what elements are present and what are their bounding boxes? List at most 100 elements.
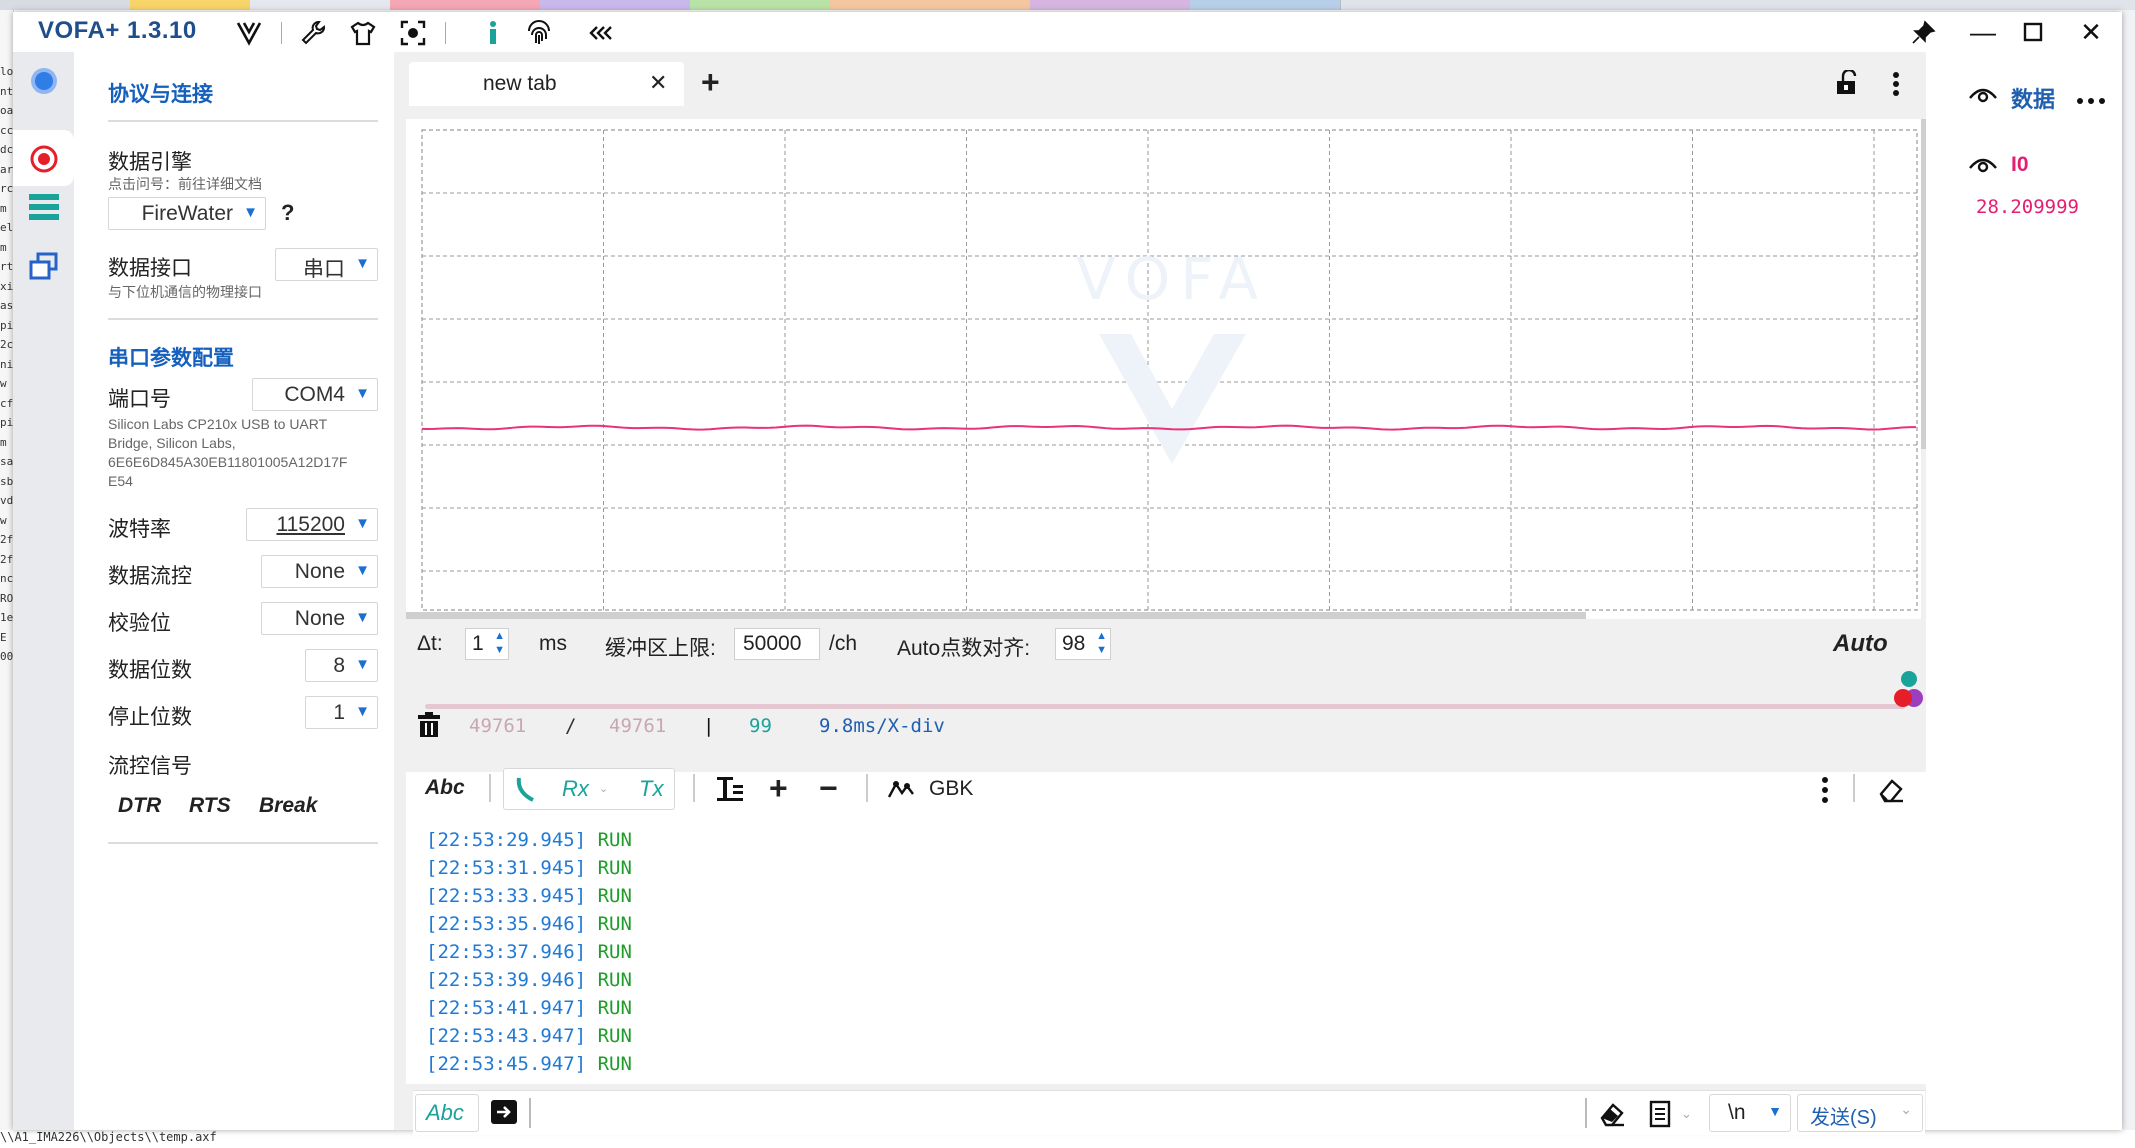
background-code-fragment: 2f [0, 552, 14, 566]
send-text-input[interactable] [529, 1094, 1583, 1130]
collapse-left-icon[interactable] [585, 19, 613, 47]
newline-select[interactable]: \n ▼ [1709, 1094, 1791, 1132]
engine-select[interactable]: FireWater ▼ [108, 197, 266, 230]
background-right-strip [2122, 10, 2135, 1148]
parity-select[interactable]: None ▼ [261, 602, 378, 635]
spin-arrows-icon[interactable]: ▲ ▼ [1096, 629, 1107, 657]
encoding-select[interactable]: GBK [929, 777, 973, 801]
waveform-icon[interactable] [887, 778, 915, 800]
chevron-down-icon: ▼ [355, 609, 370, 626]
connection-status-icon[interactable] [30, 67, 58, 95]
tab-new-tab[interactable]: new tab ✕ [409, 62, 684, 106]
close-button[interactable]: ✕ [2071, 16, 2111, 48]
port-select[interactable]: COM4 ▼ [252, 378, 378, 411]
fingerprint-icon[interactable] [525, 19, 553, 47]
dt-spinner[interactable]: 1 ▲ ▼ [465, 628, 509, 660]
break-button[interactable]: Break [259, 794, 317, 818]
dtr-button[interactable]: DTR [118, 794, 161, 818]
auto-align-spinner[interactable]: 98 ▲ ▼ [1055, 628, 1111, 660]
abc-mode-button[interactable]: Abc [425, 776, 465, 800]
x-division: 9.8ms/X-div [819, 715, 945, 737]
data-panel-more-icon[interactable] [2076, 92, 2106, 104]
data-bits-select[interactable]: 8 ▼ [305, 649, 378, 682]
background-code-fragment: ar [0, 162, 14, 176]
port-description-line1: Silicon Labs CP210x USB to UART [108, 416, 328, 432]
background-code-fragment: vd [0, 494, 14, 507]
background-code-fragment: RO [0, 591, 14, 605]
chevron-down-icon: ▼ [355, 562, 370, 579]
zoom-out-button[interactable]: − [819, 770, 838, 807]
log-message: RUN [586, 969, 632, 991]
channel-value: 28.209999 [1976, 196, 2079, 218]
dt-value: 1 [472, 632, 484, 655]
chevron-down-icon: ▼ [355, 255, 370, 272]
background-code-fragment: as [0, 299, 14, 312]
log-line: [22:53:29.945] RUN [426, 829, 632, 851]
chevron-down-icon[interactable]: ⌄ [599, 782, 608, 795]
chevron-down-icon: ▼ [355, 656, 370, 673]
flow-control-select[interactable]: None ▼ [261, 555, 378, 588]
vofa-logo-icon[interactable] [235, 19, 263, 47]
chevron-down-icon[interactable]: ⌄ [1681, 1106, 1692, 1122]
maximize-button[interactable] [2013, 16, 2053, 48]
rx-filter-button[interactable]: Rx [562, 776, 589, 802]
document-list-icon[interactable] [1649, 1100, 1673, 1128]
interface-label: 数据接口 [108, 257, 192, 280]
auto-mode-toggle[interactable]: Auto [1833, 630, 1888, 658]
close-tab-icon[interactable]: ✕ [649, 70, 667, 96]
background-code-fragment: nis [0, 357, 14, 371]
log-timestamp: [22:53:35.946] [426, 913, 587, 935]
unlock-icon[interactable] [1835, 68, 1859, 96]
interface-value: 串口 [303, 258, 345, 281]
clear-input-icon[interactable] [1598, 1100, 1626, 1128]
pin-icon[interactable] [1909, 19, 1937, 47]
dt-unit: ms [539, 632, 567, 655]
spin-arrows-icon[interactable]: ▲ ▼ [494, 629, 505, 657]
log-message: RUN [586, 997, 632, 1019]
console-more-icon[interactable] [1820, 776, 1830, 804]
tab-more-icon[interactable] [1891, 70, 1901, 98]
port-description-line2: Bridge, Silicon Labs, [108, 435, 236, 451]
background-code-fragment: 1e [0, 611, 14, 624]
interface-select[interactable]: 串口 ▼ [275, 248, 378, 281]
log-timestamp: [22:53:39.946] [426, 969, 587, 991]
engine-help-button[interactable]: ? [281, 200, 294, 226]
info-icon[interactable] [479, 19, 507, 47]
buffer-input[interactable]: 50000 [734, 628, 820, 660]
time-slider-track[interactable] [425, 704, 1905, 709]
log-line: [22:53:45.947] RUN [426, 1053, 632, 1075]
add-tab-button[interactable]: + [701, 66, 720, 98]
send-button[interactable]: 发送(S) ⌄ [1797, 1094, 1923, 1132]
tshirt-icon[interactable] [349, 19, 377, 47]
input-abc-mode-button[interactable]: Abc [415, 1094, 479, 1132]
record-icon[interactable] [29, 144, 59, 174]
plot-horizontal-scrollbar[interactable] [406, 612, 1586, 619]
stop-bits-select[interactable]: 1 ▼ [305, 696, 378, 729]
tx-filter-button[interactable]: Tx [639, 776, 663, 802]
rts-button[interactable]: RTS [189, 794, 231, 818]
wrench-icon[interactable] [299, 19, 327, 47]
minimize-button[interactable]: — [1963, 16, 2003, 48]
background-code-fragment: 2f [0, 533, 14, 546]
background-code-fragment: cc [0, 123, 14, 137]
text-format-icon[interactable] [716, 775, 744, 803]
channel-visibility-icon[interactable] [1968, 154, 1998, 176]
list-panel-icon[interactable] [28, 192, 60, 222]
windows-icon[interactable] [29, 252, 59, 282]
background-code-fragment: 00 [0, 650, 14, 663]
eye-icon[interactable] [1968, 84, 1998, 106]
background-path-text: \\A1_IMA226\\Objects\\temp.axf [0, 1130, 217, 1144]
timestamp-toggle-icon[interactable] [515, 776, 537, 802]
slider-handles[interactable] [1892, 670, 1928, 710]
baud-select[interactable]: 115200 ▼ [246, 508, 378, 541]
background-code-fragment: nt. [0, 84, 14, 98]
zoom-in-button[interactable]: + [769, 770, 788, 807]
send-file-icon[interactable] [491, 1100, 517, 1124]
eraser-icon[interactable] [1877, 776, 1905, 804]
log-message: RUN [586, 857, 632, 879]
channel-name[interactable]: I0 [2011, 153, 2029, 177]
buffer-value: 50000 [743, 632, 802, 655]
waveform-plot[interactable]: VOFA [406, 119, 1921, 619]
trash-icon[interactable] [417, 712, 441, 738]
focus-capture-icon[interactable] [399, 19, 427, 47]
